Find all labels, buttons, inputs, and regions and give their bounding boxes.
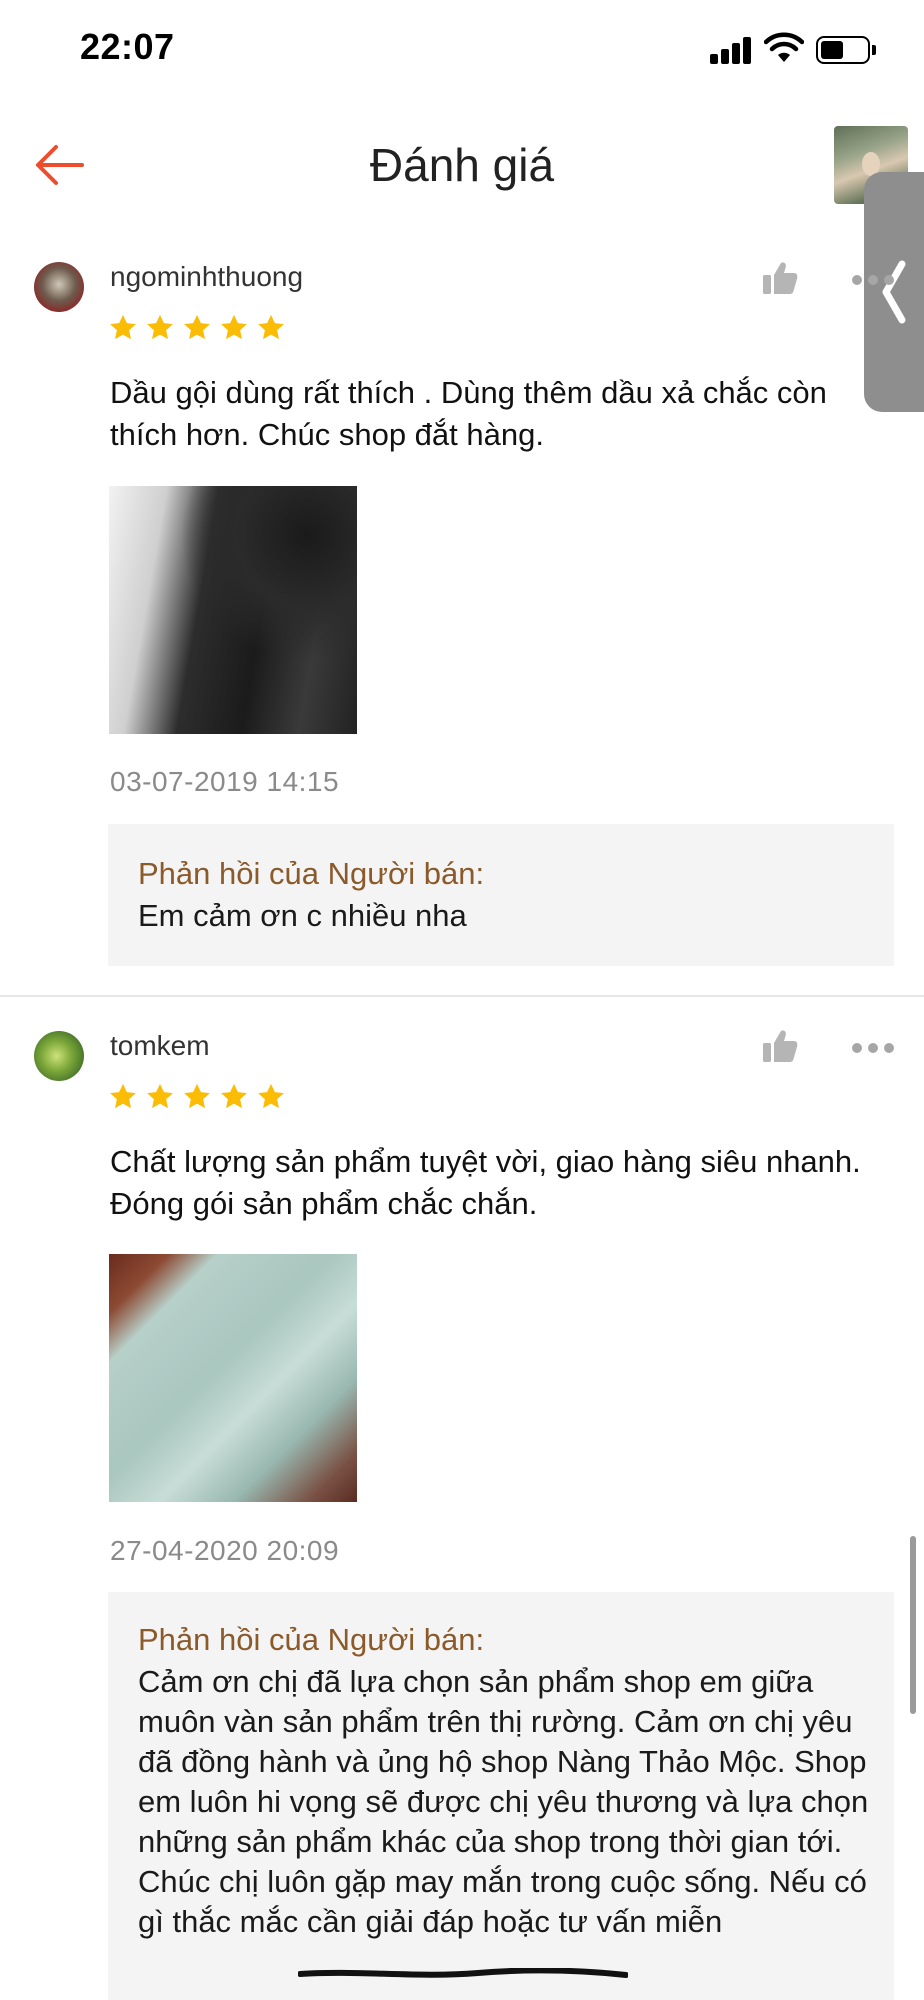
review-username[interactable]: tomkem bbox=[110, 1030, 210, 1062]
status-time: 22:07 bbox=[80, 26, 175, 67]
review-divider bbox=[0, 995, 924, 997]
star-icon bbox=[147, 1083, 173, 1109]
seller-reply: Phản hồi của Người bán: Cảm ơn chị đã lự… bbox=[108, 1592, 894, 2000]
review-photo[interactable] bbox=[109, 486, 357, 734]
battery-icon bbox=[816, 36, 876, 64]
avatar[interactable] bbox=[34, 262, 84, 312]
scrollbar[interactable] bbox=[910, 1536, 916, 1714]
seller-reply-text: Cảm ơn chị đã lựa chọn sản phẩm shop em … bbox=[138, 1664, 869, 1939]
signal-icon bbox=[710, 36, 754, 64]
seller-reply-label: Phản hồi của Người bán: bbox=[138, 1622, 485, 1657]
redaction-scribble bbox=[298, 1968, 628, 1978]
star-icon bbox=[221, 1083, 247, 1109]
page-title: Đánh giá bbox=[369, 139, 555, 191]
star-icon bbox=[110, 1083, 136, 1109]
status-bar: 22:07 bbox=[0, 0, 924, 100]
seller-reply-label: Phản hồi của Người bán: bbox=[138, 856, 485, 891]
star-icon bbox=[258, 1083, 284, 1109]
star-icon bbox=[221, 314, 247, 340]
thumbs-up-icon[interactable] bbox=[760, 258, 800, 298]
review-username[interactable]: ngominhthuong bbox=[110, 261, 303, 293]
seller-reply: Phản hồi của Người bán: Em cảm ơn c nhiề… bbox=[108, 824, 894, 966]
rating-stars bbox=[108, 313, 286, 347]
star-icon bbox=[184, 314, 210, 340]
star-icon bbox=[110, 314, 136, 340]
review-text: Dầu gội dùng rất thích . Dùng thêm dầu x… bbox=[110, 375, 827, 452]
review-date: 03-07-2019 14:15 bbox=[110, 766, 340, 797]
more-options-icon[interactable] bbox=[852, 1040, 896, 1056]
review-date: 27-04-2020 20:09 bbox=[110, 1535, 340, 1566]
seller-reply-text: Em cảm ơn c nhiều nha bbox=[138, 898, 467, 933]
review-photo[interactable] bbox=[109, 1254, 357, 1502]
star-icon bbox=[147, 314, 173, 340]
chevron-left-icon bbox=[882, 260, 906, 324]
rating-stars bbox=[108, 1082, 286, 1116]
thumbs-up-icon[interactable] bbox=[760, 1026, 800, 1066]
page-header: Đánh giá bbox=[0, 110, 924, 220]
star-icon bbox=[258, 314, 284, 340]
wifi-icon bbox=[764, 32, 804, 62]
more-options-icon[interactable] bbox=[852, 272, 896, 288]
avatar[interactable] bbox=[34, 1031, 84, 1081]
review-text: Chất lượng sản phẩm tuyệt vời, giao hàng… bbox=[110, 1144, 861, 1221]
star-icon bbox=[184, 1083, 210, 1109]
